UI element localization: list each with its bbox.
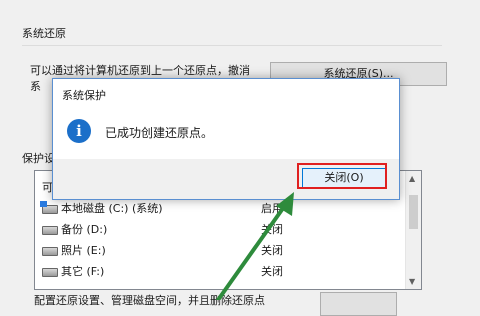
annotation-arrow-icon (216, 192, 294, 300)
